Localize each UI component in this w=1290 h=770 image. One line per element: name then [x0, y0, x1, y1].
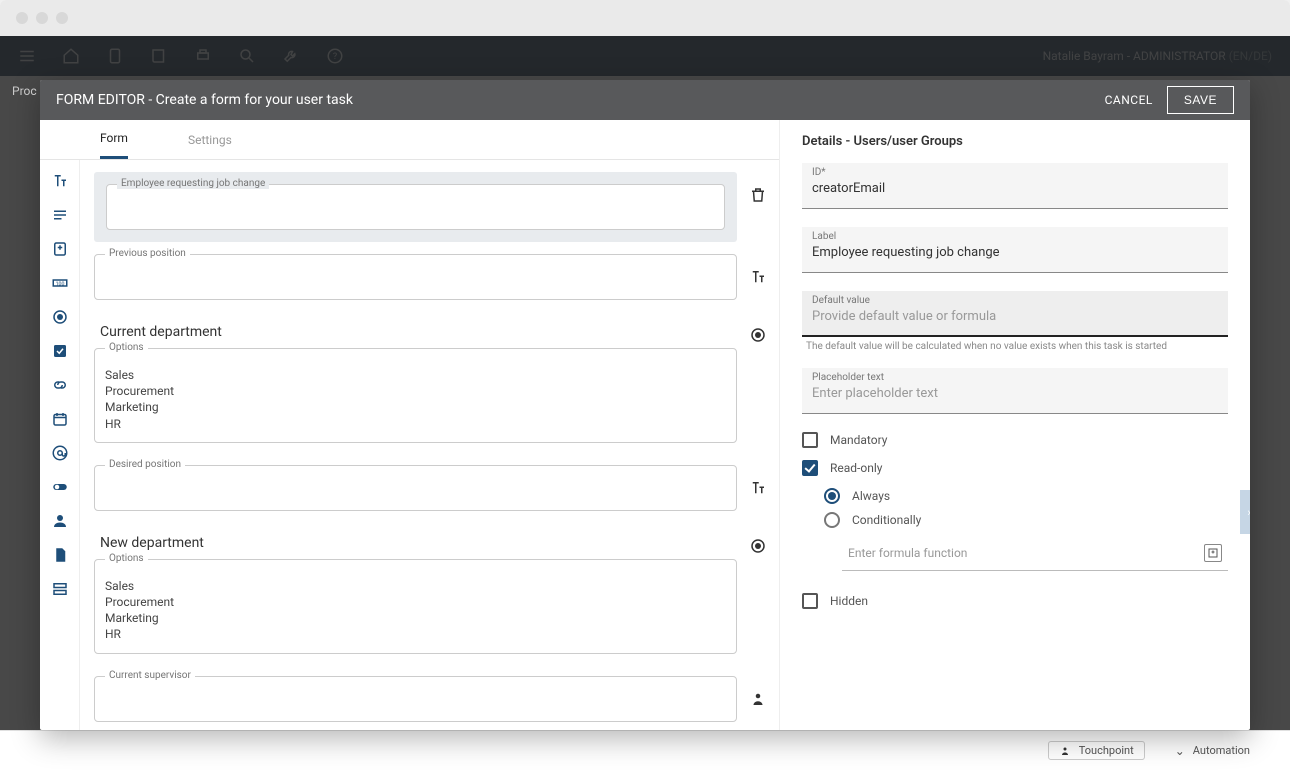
formula-input[interactable]: Enter formula function	[842, 536, 1228, 571]
section-current-department: Current department	[100, 324, 747, 340]
checkbox-icon[interactable]	[51, 342, 69, 360]
mandatory-label: Mandatory	[830, 433, 887, 447]
touchpoint-label: Touchpoint	[1079, 744, 1134, 757]
collapse-panel-icon[interactable]: ›	[1240, 490, 1250, 534]
conditionally-radio[interactable]	[824, 512, 840, 528]
radio-type-icon	[747, 312, 769, 344]
date-icon[interactable]	[51, 410, 69, 428]
placeholder-label: Placeholder text	[812, 372, 884, 383]
option-item: Procurement	[105, 383, 726, 399]
radio-type-icon	[747, 523, 769, 555]
details-panel: Details - Users/user Groups ID* creatorE…	[780, 120, 1250, 730]
email-icon[interactable]	[51, 444, 69, 462]
always-radio[interactable]	[824, 488, 840, 504]
document-icon[interactable]	[51, 546, 69, 564]
default-value-label: Default value	[812, 295, 870, 306]
editor-tabs: Form Settings	[40, 120, 779, 160]
number-field-icon[interactable]: 100	[51, 274, 69, 292]
label-label: Label	[812, 231, 836, 242]
field-palette: 100	[40, 160, 80, 730]
mandatory-checkbox[interactable]	[802, 432, 818, 448]
default-value-helper: The default value will be calculated whe…	[806, 341, 1228, 352]
option-item: Marketing	[105, 610, 726, 626]
field-label: Employee requesting job change	[117, 178, 269, 189]
option-item: HR	[105, 416, 726, 432]
formula-placeholder: Enter formula function	[848, 546, 967, 560]
save-button[interactable]: SAVE	[1167, 86, 1234, 114]
readonly-always-row[interactable]: Always	[824, 488, 1228, 504]
hidden-checkbox-row[interactable]: Hidden	[802, 593, 1228, 609]
cancel-button[interactable]: CANCEL	[1105, 93, 1153, 107]
field-label: Desired position	[105, 459, 185, 470]
automation-panel[interactable]: ⌄ Automation	[1165, 742, 1260, 760]
calculator-icon[interactable]	[51, 240, 69, 258]
person-pin-icon	[1059, 745, 1071, 757]
conditionally-label: Conditionally	[852, 513, 921, 527]
hidden-checkbox[interactable]	[802, 593, 818, 609]
options-label: Options	[105, 553, 148, 564]
breadcrumb-fragment: Proc	[12, 84, 37, 98]
mandatory-checkbox-row[interactable]: Mandatory	[802, 432, 1228, 448]
id-value: creatorEmail	[812, 181, 1218, 196]
layout-icon[interactable]	[51, 580, 69, 598]
formula-picker-icon[interactable]	[1204, 544, 1222, 562]
field-new-dept-options[interactable]: Options Sales Procurement Marketing HR	[94, 559, 737, 654]
tab-form[interactable]: Form	[100, 120, 128, 159]
text-type-icon	[747, 465, 769, 497]
radio-icon[interactable]	[51, 308, 69, 326]
svg-text:100: 100	[55, 281, 64, 287]
option-item: HR	[105, 626, 726, 642]
details-title: Details - Users/user Groups	[802, 134, 1228, 149]
hidden-label: Hidden	[830, 594, 868, 608]
text-size-icon[interactable]	[51, 172, 69, 190]
automation-label: Automation	[1193, 744, 1250, 757]
readonly-checkbox-row[interactable]: Read-only	[802, 460, 1228, 476]
label-field[interactable]: Label Employee requesting job change	[802, 227, 1228, 273]
field-current-supervisor[interactable]: Current supervisor	[94, 676, 737, 722]
always-label: Always	[852, 489, 890, 503]
field-employee-requesting[interactable]: Employee requesting job change	[94, 172, 737, 242]
modal-title: FORM EDITOR - Create a form for your use…	[56, 92, 353, 108]
option-item: Marketing	[105, 399, 726, 415]
text-type-icon	[747, 254, 769, 286]
label-value: Employee requesting job change	[812, 245, 1218, 260]
options-label: Options	[105, 342, 148, 353]
delete-icon[interactable]	[747, 172, 769, 204]
form-editor-modal: FORM EDITOR - Create a form for your use…	[40, 80, 1250, 730]
readonly-label: Read-only	[830, 461, 882, 475]
traffic-min-icon	[36, 12, 48, 24]
field-desired-position[interactable]: Desired position	[94, 465, 737, 511]
placeholder-field[interactable]: Placeholder text Enter placeholder text	[802, 368, 1228, 414]
traffic-max-icon	[56, 12, 68, 24]
lines-icon[interactable]	[51, 206, 69, 224]
field-label: Previous position	[105, 248, 190, 259]
readonly-conditionally-row[interactable]: Conditionally	[824, 512, 1228, 528]
field-label: Current supervisor	[105, 670, 195, 681]
id-field[interactable]: ID* creatorEmail	[802, 163, 1228, 209]
modal-header: FORM EDITOR - Create a form for your use…	[40, 80, 1250, 120]
option-item: Sales	[105, 578, 726, 594]
default-value-field[interactable]: Default value Provide default value or f…	[802, 291, 1228, 337]
field-previous-position[interactable]: Previous position	[94, 254, 737, 300]
traffic-close-icon	[16, 12, 28, 24]
background-footer: Touchpoint ⌄ Automation	[0, 730, 1290, 770]
link-icon[interactable]	[51, 376, 69, 394]
id-label: ID*	[812, 167, 826, 178]
readonly-checkbox[interactable]	[802, 460, 818, 476]
user-type-icon	[747, 676, 769, 708]
field-current-dept-options[interactable]: Options Sales Procurement Marketing HR	[94, 348, 737, 443]
tab-settings[interactable]: Settings	[188, 120, 232, 159]
form-canvas[interactable]: Employee requesting job change Previous …	[80, 160, 779, 730]
touchpoint-dropdown[interactable]: Touchpoint	[1048, 741, 1145, 760]
placeholder-placeholder: Enter placeholder text	[812, 386, 1218, 401]
toggle-icon[interactable]	[51, 478, 69, 496]
option-item: Sales	[105, 367, 726, 383]
section-new-department: New department	[100, 535, 747, 551]
default-value-placeholder: Provide default value or formula	[812, 309, 1218, 324]
browser-titlebar	[0, 0, 1290, 36]
user-icon[interactable]	[51, 512, 69, 530]
option-item: Procurement	[105, 594, 726, 610]
